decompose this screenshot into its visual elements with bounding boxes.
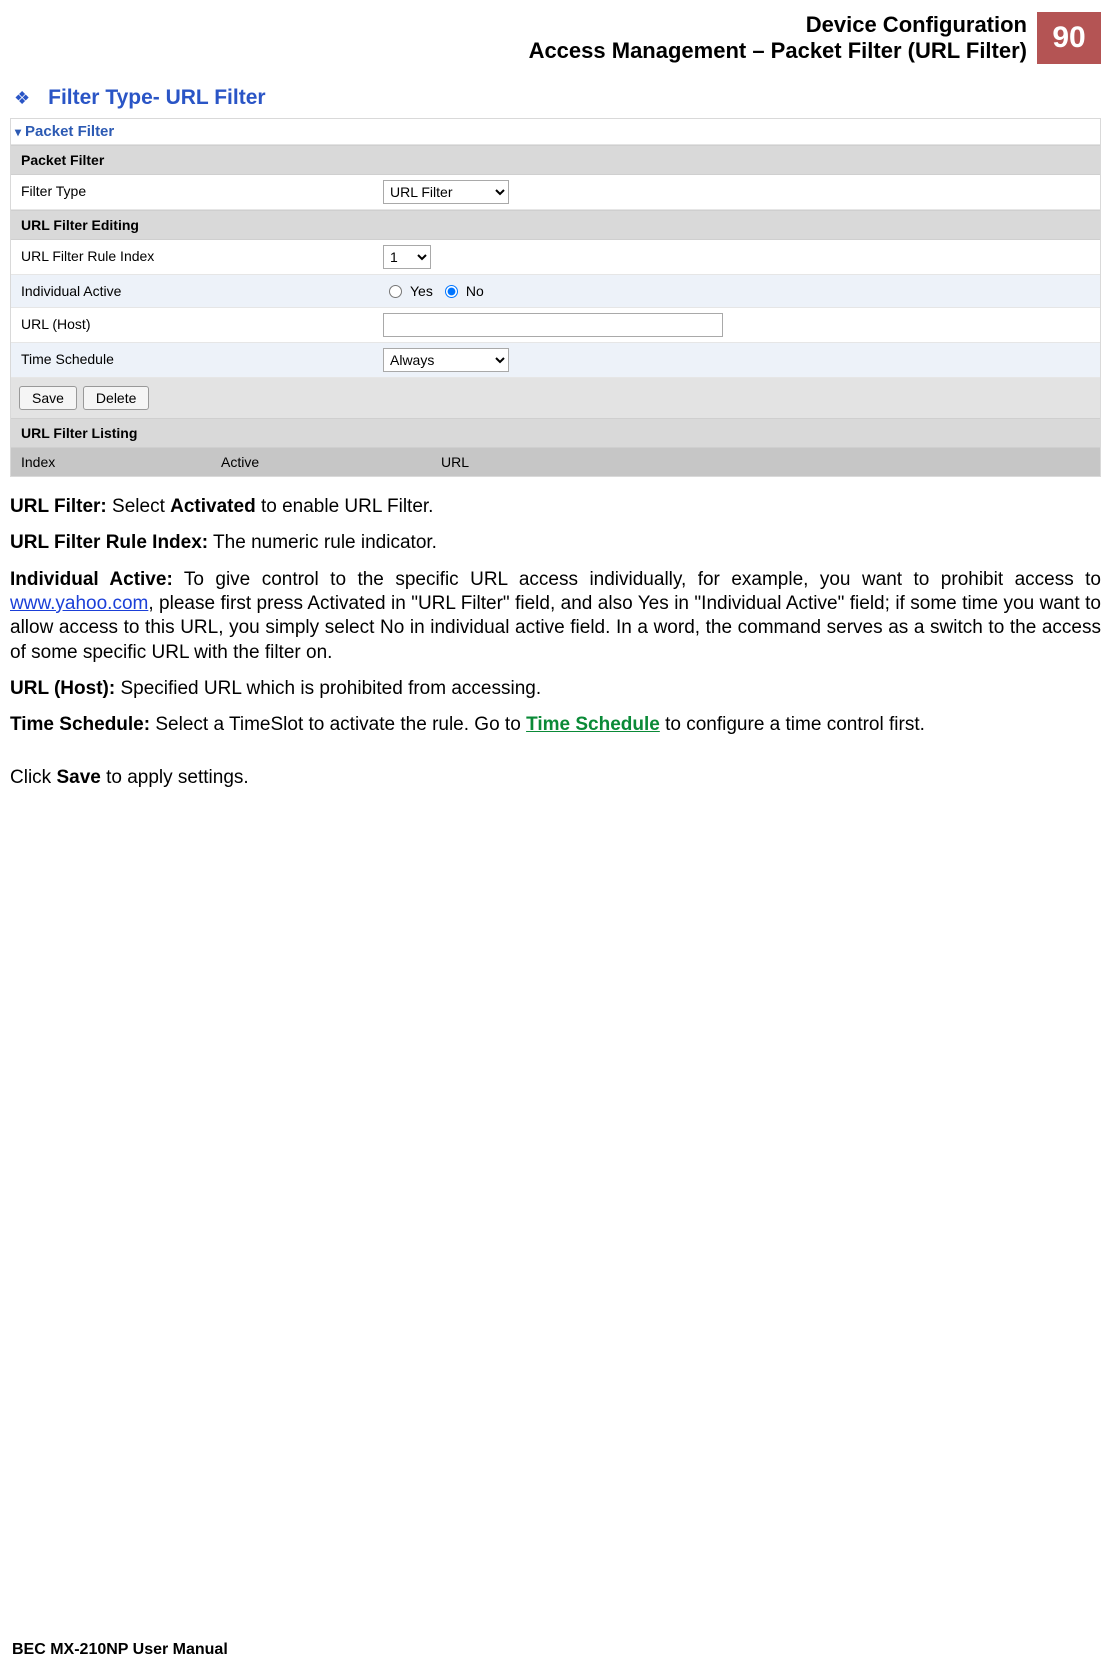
- individual-active-label: Individual Active: [11, 275, 373, 307]
- delete-button[interactable]: Delete: [83, 386, 149, 410]
- label-individual-active: Individual Active:: [10, 569, 173, 590]
- col-url-header: URL: [431, 448, 1100, 476]
- time-schedule-label: Time Schedule: [11, 343, 373, 377]
- save-button[interactable]: Save: [19, 386, 77, 410]
- label-url-host: URL (Host):: [10, 678, 115, 699]
- individual-active-yes-radio[interactable]: [389, 285, 402, 298]
- yahoo-link[interactable]: www.yahoo.com: [10, 593, 148, 614]
- rule-index-select[interactable]: 1: [383, 245, 431, 269]
- url-host-label: URL (Host): [11, 308, 373, 342]
- description-body: URL Filter: Select Activated to enable U…: [0, 477, 1111, 790]
- section-packet-filter: Packet Filter: [11, 145, 1100, 175]
- panel-title[interactable]: ▾ Packet Filter: [11, 119, 1100, 145]
- section-title: Filter Type- URL Filter: [48, 86, 265, 110]
- url-host-input[interactable]: [383, 313, 723, 337]
- footer-manual-title: BEC MX-210NP User Manual: [12, 1641, 228, 1659]
- desc-save: Click Save to apply settings.: [10, 766, 1101, 790]
- desc-url-filter: URL Filter: Select Activated to enable U…: [10, 495, 1101, 519]
- individual-active-no-radio[interactable]: [445, 285, 458, 298]
- button-row: Save Delete: [11, 378, 1100, 418]
- desc-time-schedule: Time Schedule: Select a TimeSlot to acti…: [10, 713, 1101, 737]
- row-filter-type: Filter Type URL Filter: [11, 175, 1100, 210]
- diamond-bullet-icon: ❖: [14, 88, 30, 109]
- filter-type-label: Filter Type: [11, 175, 373, 209]
- label-url-filter: URL Filter:: [10, 496, 107, 517]
- panel-title-text: Packet Filter: [25, 123, 114, 140]
- row-url-host: URL (Host): [11, 308, 1100, 343]
- time-schedule-select[interactable]: Always: [383, 348, 509, 372]
- desc-rule-index: URL Filter Rule Index: The numeric rule …: [10, 531, 1101, 555]
- listing-header-row: Index Active URL: [11, 448, 1100, 476]
- no-label: No: [466, 283, 484, 299]
- label-time-schedule: Time Schedule:: [10, 714, 150, 735]
- row-time-schedule: Time Schedule Always: [11, 343, 1100, 378]
- yes-label: Yes: [410, 283, 433, 299]
- filter-type-select[interactable]: URL Filter: [383, 180, 509, 204]
- page-header: Device Configuration Access Management –…: [0, 0, 1111, 72]
- time-schedule-link[interactable]: Time Schedule: [526, 714, 660, 735]
- header-text: Device Configuration Access Management –…: [529, 12, 1037, 64]
- col-index-header: Index: [11, 448, 211, 476]
- desc-url-host: URL (Host): Specified URL which is prohi…: [10, 677, 1101, 701]
- rule-index-label: URL Filter Rule Index: [11, 240, 373, 274]
- label-rule-index: URL Filter Rule Index:: [10, 532, 208, 553]
- section-url-filter-editing: URL Filter Editing: [11, 210, 1100, 240]
- packet-filter-panel: ▾ Packet Filter Packet Filter Filter Typ…: [10, 118, 1101, 477]
- page-number-badge: 90: [1037, 12, 1101, 64]
- header-line1: Device Configuration: [529, 12, 1027, 38]
- section-url-filter-listing: URL Filter Listing: [11, 418, 1100, 448]
- row-individual-active: Individual Active Yes No: [11, 275, 1100, 308]
- header-line2: Access Management – Packet Filter (URL F…: [529, 38, 1027, 64]
- desc-individual-active: Individual Active: To give control to th…: [10, 568, 1101, 665]
- col-active-header: Active: [211, 448, 431, 476]
- collapse-toggle-icon[interactable]: ▾: [15, 125, 21, 139]
- row-rule-index: URL Filter Rule Index 1: [11, 240, 1100, 275]
- section-title-row: ❖ Filter Type- URL Filter: [0, 72, 1111, 114]
